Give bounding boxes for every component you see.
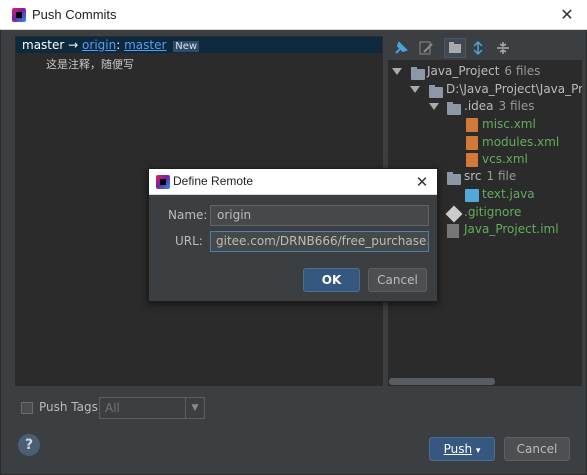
intellij-icon: [12, 8, 26, 22]
tree-file[interactable]: .gitignore: [464, 204, 521, 221]
tree-node-idea[interactable]: .idea 3 files: [464, 98, 535, 115]
help-button[interactable]: ?: [18, 434, 40, 456]
tree-file[interactable]: Java_Project.iml: [464, 221, 559, 238]
intellij-icon: [156, 175, 170, 189]
dialog-cancel-button[interactable]: Cancel: [368, 268, 427, 292]
url-label: URL:: [175, 234, 203, 248]
tree-node-project[interactable]: Java_Project 6 files: [427, 63, 540, 80]
java-file-icon: [465, 189, 479, 202]
expand-triangle-icon[interactable]: [392, 68, 402, 75]
node-label: D:\Java_Project\Java_Pro: [446, 82, 582, 96]
group-by-directory-button[interactable]: [444, 38, 466, 58]
ok-button[interactable]: OK: [303, 268, 360, 292]
tree-node-path[interactable]: D:\Java_Project\Java_Pro: [446, 81, 582, 98]
push-tags-label: Push Tags:: [39, 400, 102, 414]
node-count: 3 files: [498, 99, 535, 113]
commit-message[interactable]: 这是注释，随便写: [46, 56, 134, 72]
dialog-title: Define Remote: [173, 174, 254, 188]
tree-file[interactable]: text.java: [482, 186, 535, 203]
edit-source-icon[interactable]: [418, 40, 434, 56]
remote-branch-link[interactable]: master: [124, 38, 166, 52]
collapse-all-icon[interactable]: [495, 40, 511, 56]
expand-triangle-icon[interactable]: [429, 103, 439, 110]
url-input[interactable]: gitee.com/DRNB666/free_purchase.git: [210, 231, 429, 252]
push-button[interactable]: Push ▾: [429, 437, 495, 461]
new-badge: New: [173, 41, 200, 52]
arrow-icon: →: [68, 38, 79, 52]
commit-branch-row[interactable]: master → origin: master New: [16, 37, 382, 53]
folder-icon: [411, 67, 425, 80]
node-label: Java_Project: [427, 64, 500, 78]
remote-link[interactable]: origin: [82, 38, 116, 52]
tree-file[interactable]: modules.xml: [482, 134, 559, 151]
push-label: Push: [443, 442, 473, 456]
tree-node-src[interactable]: src 1 file: [464, 168, 516, 185]
expand-all-icon[interactable]: [470, 40, 486, 56]
tree-file[interactable]: misc.xml: [482, 116, 536, 133]
local-branch: master: [22, 38, 65, 52]
iml-file-icon: [447, 224, 459, 238]
xml-file-icon: [466, 136, 478, 150]
folder-icon: [429, 85, 443, 98]
dropdown-arrow-icon: ▾: [475, 446, 481, 456]
folder-icon: [447, 102, 461, 115]
name-input[interactable]: origin: [210, 205, 429, 226]
pin-icon[interactable]: [393, 40, 409, 56]
expand-triangle-icon[interactable]: [410, 86, 420, 93]
node-label: .idea: [464, 99, 494, 113]
folder-icon: [447, 172, 461, 185]
xml-file-icon: [466, 118, 478, 132]
node-count: 1 file: [486, 169, 517, 183]
horizontal-scrollbar[interactable]: [389, 378, 495, 385]
separator: :: [116, 38, 121, 52]
node-label: src: [464, 169, 482, 183]
close-icon[interactable]: ✕: [412, 172, 432, 192]
push-tags-checkbox[interactable]: [21, 402, 33, 414]
cancel-button[interactable]: Cancel: [504, 437, 570, 461]
tree-file[interactable]: vcs.xml: [482, 151, 528, 168]
close-icon[interactable]: ✕: [556, 4, 578, 26]
window-title: Push Commits: [32, 7, 117, 22]
node-count: 6 files: [504, 64, 541, 78]
xml-file-icon: [466, 153, 478, 167]
name-label: Name:: [168, 208, 208, 222]
chevron-down-icon[interactable]: ▼: [185, 398, 204, 418]
